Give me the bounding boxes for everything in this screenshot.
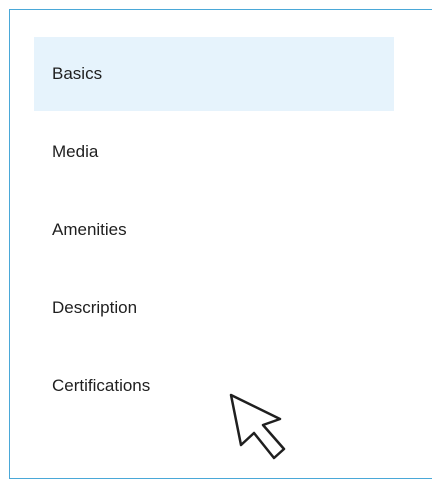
nav-item-certifications[interactable]: Certifications (34, 349, 394, 423)
nav-item-label: Description (52, 298, 138, 317)
nav-item-basics[interactable]: Basics (34, 37, 394, 111)
nav-item-label: Basics (52, 64, 103, 83)
mouse-pointer-icon (229, 393, 286, 460)
steps-nav: Basics Media Amenities Description Certi… (34, 37, 394, 427)
nav-item-media[interactable]: Media (34, 115, 394, 189)
nav-item-label: Certifications (52, 376, 151, 395)
nav-item-label: Amenities (52, 220, 127, 239)
nav-item-label: Media (52, 142, 99, 161)
nav-item-description[interactable]: Description (34, 271, 394, 345)
nav-item-amenities[interactable]: Amenities (34, 193, 394, 267)
